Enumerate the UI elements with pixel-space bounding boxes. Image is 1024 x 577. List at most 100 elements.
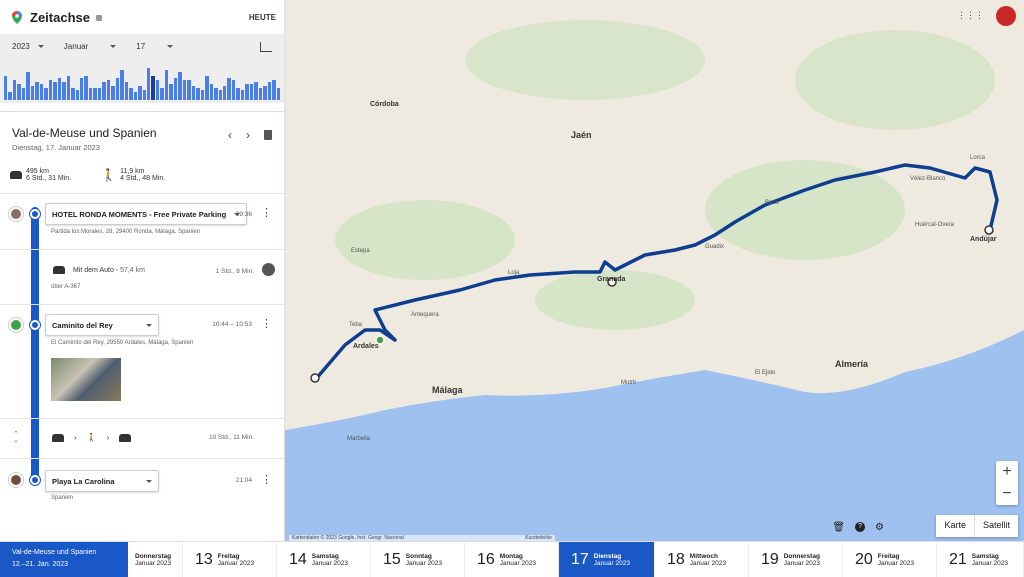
chevron-right-icon[interactable]: › <box>246 128 250 152</box>
histogram-bar[interactable] <box>53 82 57 100</box>
histogram-bar[interactable] <box>57 78 62 100</box>
histogram-bar[interactable] <box>258 88 263 100</box>
histogram-bar[interactable] <box>267 82 272 100</box>
today-button[interactable]: HEUTE <box>249 13 276 22</box>
avatar[interactable] <box>996 6 1016 26</box>
activity-car[interactable]: Mit dem Auto - 57,4 km <box>73 267 145 274</box>
histogram-bar[interactable] <box>240 90 245 100</box>
histogram-bar[interactable] <box>276 88 281 100</box>
place-caminito[interactable]: Caminito del Rey <box>45 314 159 336</box>
expand-icon[interactable]: ⌃ ⌄ <box>13 431 19 444</box>
day-tile[interactable]: 16 Montag Januar 2023 <box>465 542 559 577</box>
histogram-bar[interactable] <box>48 80 53 100</box>
histogram-bar[interactable] <box>236 88 240 100</box>
zoom-out-button[interactable]: − <box>1002 485 1011 503</box>
histogram-bar[interactable] <box>214 88 218 100</box>
day-tile[interactable]: 18 Mittwoch Januar 2023 <box>655 542 749 577</box>
histogram-bar[interactable] <box>191 86 196 100</box>
histogram-bar[interactable] <box>71 88 75 100</box>
day-tile[interactable]: 19 Donnerstag Januar 2023 <box>749 542 843 577</box>
histogram-bar[interactable] <box>79 78 84 100</box>
histogram-bar[interactable] <box>196 88 200 100</box>
histogram-bar[interactable] <box>30 86 35 100</box>
histogram-bar[interactable] <box>173 78 178 100</box>
histogram-bar[interactable] <box>164 70 169 100</box>
histogram-bar[interactable] <box>133 92 138 100</box>
day-tile[interactable]: 15 Sonntag Januar 2023 <box>371 542 465 577</box>
trip-range-selector[interactable]: Val-de-Meuse und Spanien 12.–21. Jan. 20… <box>0 542 128 577</box>
histogram-bar[interactable] <box>222 86 227 100</box>
place-playa-la-carolina[interactable]: Playa La Carolina <box>45 470 159 492</box>
histogram-bar[interactable] <box>178 72 182 100</box>
more-options-icon[interactable]: ⋮ <box>261 319 272 330</box>
histogram-bar[interactable] <box>249 84 254 100</box>
histogram-bar[interactable] <box>182 80 187 100</box>
histogram-bar[interactable] <box>39 84 44 100</box>
activity-sequence[interactable]: › 🚶 › <box>52 433 132 442</box>
help-icon[interactable]: ? <box>855 522 866 532</box>
histogram-bar[interactable] <box>155 80 160 100</box>
histogram-bar[interactable] <box>88 88 93 100</box>
histogram-bar[interactable] <box>227 78 231 100</box>
histogram-bar[interactable] <box>147 68 151 100</box>
year-select[interactable]: 2023 <box>12 42 44 51</box>
histogram-bar[interactable] <box>93 88 97 100</box>
map-type-satellite-button[interactable]: Satellit <box>973 515 1018 537</box>
histogram-bar[interactable] <box>263 86 267 100</box>
day-tile[interactable]: 14 Samstag Januar 2023 <box>277 542 371 577</box>
histogram-bar[interactable] <box>75 90 79 100</box>
histogram-bar[interactable] <box>12 80 17 100</box>
histogram-bar[interactable] <box>129 88 133 100</box>
day-select[interactable]: 17 <box>136 42 174 51</box>
histogram-bar[interactable] <box>169 84 173 100</box>
day-tile[interactable]: Donnerstag Januar 2023 <box>128 542 183 577</box>
histogram-bar[interactable] <box>102 82 106 100</box>
histogram-bar[interactable] <box>106 80 111 100</box>
histogram-bar[interactable] <box>84 76 88 100</box>
histogram-bar[interactable] <box>231 80 236 100</box>
histogram-bar[interactable] <box>142 90 146 100</box>
histogram-bar[interactable] <box>4 76 8 100</box>
histogram-bar[interactable] <box>205 76 209 100</box>
histogram-bar[interactable] <box>218 90 222 100</box>
histogram-bar[interactable] <box>200 90 205 100</box>
histogram-bar[interactable] <box>160 88 164 100</box>
apps-grid-icon[interactable]: ⋮⋮⋮ <box>957 10 984 21</box>
histogram-bar[interactable] <box>151 76 155 100</box>
day-tile[interactable]: 20 Freitag Januar 2023 <box>843 542 937 577</box>
histogram-bar[interactable] <box>254 82 258 100</box>
histogram-bar[interactable] <box>245 84 249 100</box>
histogram-bar[interactable] <box>120 70 124 100</box>
more-options-icon[interactable]: ⋮ <box>261 208 272 219</box>
histogram-bar[interactable] <box>62 82 66 100</box>
place-hotel-ronda[interactable]: HOTEL RONDA MOMENTS - Free Private Parki… <box>45 203 248 225</box>
histogram-bar[interactable] <box>26 72 30 100</box>
histogram-bar[interactable] <box>44 88 48 100</box>
histogram-bar[interactable] <box>66 76 71 100</box>
chevron-left-icon[interactable]: ‹ <box>228 128 232 152</box>
map-type-map-button[interactable]: Karte <box>936 515 974 537</box>
histogram-bar[interactable] <box>97 88 102 100</box>
edit-activity-icon[interactable] <box>262 263 275 276</box>
more-options-icon[interactable]: ⋮ <box>261 475 272 486</box>
bar-chart-icon[interactable] <box>260 41 272 52</box>
delete-icon[interactable]: 🗑 <box>832 522 845 533</box>
map-canvas[interactable] <box>285 0 1024 541</box>
histogram-bar[interactable] <box>115 78 120 100</box>
histogram-bar[interactable] <box>35 82 39 100</box>
delete-icon[interactable] <box>264 130 272 140</box>
zoom-in-button[interactable]: + <box>1002 463 1011 481</box>
map-view[interactable]: Jaén Córdoba Granada Málaga Almería Guad… <box>285 0 1024 541</box>
place-photo[interactable] <box>51 358 121 401</box>
day-tile[interactable]: 17 Dienstag Januar 2023 <box>559 542 655 577</box>
month-select[interactable]: Januar <box>64 42 117 51</box>
histogram-bar[interactable] <box>272 80 276 100</box>
histogram-bar[interactable] <box>209 84 214 100</box>
activity-histogram[interactable] <box>0 59 284 103</box>
histogram-bar[interactable] <box>111 86 115 100</box>
histogram-bar[interactable] <box>138 86 142 100</box>
histogram-bar[interactable] <box>17 84 21 100</box>
histogram-bar[interactable] <box>21 88 26 100</box>
settings-icon[interactable]: ⚙ <box>875 522 884 533</box>
histogram-bar[interactable] <box>187 80 191 100</box>
